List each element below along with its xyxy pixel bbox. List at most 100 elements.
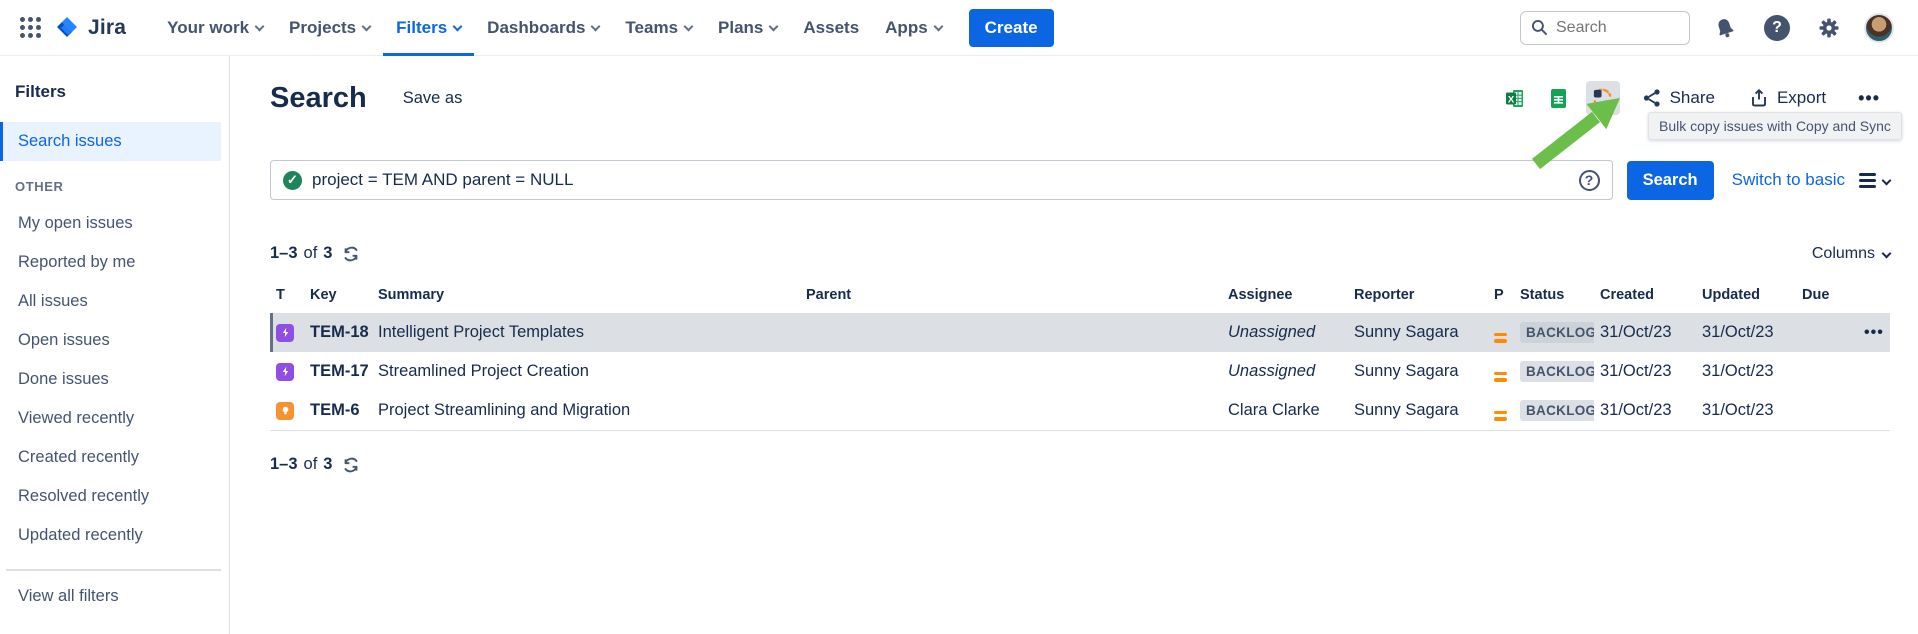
table-row[interactable]: TEM-18 Intelligent Project Templates Una… (270, 313, 1890, 352)
settings-gear-icon (1817, 16, 1841, 40)
issue-assignee: Unassigned (1222, 313, 1348, 352)
sidebar-item-all-issues[interactable]: All issues (0, 282, 221, 321)
refresh-button[interactable] (342, 245, 360, 263)
create-button[interactable]: Create (969, 9, 1054, 47)
status-badge: BACKLOG (1520, 322, 1594, 343)
nav-item-teams[interactable]: Teams (612, 0, 705, 56)
status-badge: BACKLOG (1520, 400, 1594, 421)
epic-issue-type-icon (276, 363, 294, 381)
sidebar-item-my-open-issues[interactable]: My open issues (0, 204, 221, 243)
sidebar-item-open-issues[interactable]: Open issues (0, 321, 221, 360)
col-header-parent[interactable]: Parent (800, 281, 1222, 313)
columns-dropdown[interactable]: Columns (1812, 245, 1890, 263)
sidebar-item-view-all-filters[interactable]: View all filters (0, 577, 221, 616)
chevron-down-icon (1882, 249, 1892, 259)
export-sheets-button[interactable] (1542, 81, 1576, 115)
brand-name: Jira (88, 16, 126, 40)
issue-key[interactable]: TEM-18 (304, 313, 372, 352)
table-row[interactable]: TEM-17 Streamlined Project Creation Unas… (270, 352, 1890, 391)
issue-summary[interactable]: Intelligent Project Templates (372, 313, 800, 352)
col-header-status[interactable]: Status (1514, 281, 1594, 313)
idea-issue-type-icon (276, 402, 294, 420)
refresh-button[interactable] (342, 456, 360, 474)
status-badge: BACKLOG (1520, 361, 1594, 382)
nav-item-apps[interactable]: Apps (872, 0, 955, 56)
global-search[interactable] (1520, 11, 1690, 45)
col-header-priority[interactable]: P (1488, 281, 1514, 313)
col-header-reporter[interactable]: Reporter (1348, 281, 1488, 313)
help-button[interactable]: ? (1760, 11, 1794, 45)
export-button[interactable]: Export (1737, 80, 1838, 116)
jql-valid-icon: ✓ (283, 171, 302, 190)
search-input[interactable] (1556, 19, 1666, 37)
col-header-key[interactable]: Key (304, 281, 372, 313)
view-options-button[interactable] (1859, 173, 1890, 188)
nav-item-assets[interactable]: Assets (790, 0, 872, 56)
issue-summary[interactable]: Streamlined Project Creation (372, 352, 800, 391)
nav-item-projects[interactable]: Projects (276, 0, 383, 56)
col-header-assignee[interactable]: Assignee (1222, 281, 1348, 313)
nav-item-plans[interactable]: Plans (705, 0, 790, 56)
sidebar-item-viewed-recently[interactable]: Viewed recently (0, 399, 221, 438)
user-avatar[interactable] (1864, 13, 1894, 43)
issue-summary[interactable]: Project Streamlining and Migration (372, 391, 800, 431)
results-count-top: 1–3 of 3 (270, 244, 360, 263)
nav-item-dashboards[interactable]: Dashboards (474, 0, 612, 56)
settings-button[interactable] (1812, 11, 1846, 45)
jira-logo[interactable]: Jira (55, 15, 126, 41)
col-header-summary[interactable]: Summary (372, 281, 800, 313)
jql-input[interactable]: ✓ project = TEM AND parent = NULL ? (270, 160, 1613, 200)
issue-assignee: Clara Clarke (1222, 391, 1348, 431)
row-more-icon: ••• (1864, 324, 1884, 341)
sidebar-item-updated-recently[interactable]: Updated recently (0, 516, 221, 555)
sidebar-section-label: OTHER (0, 161, 221, 204)
issue-created: 31/Oct/23 (1594, 352, 1696, 391)
sidebar-item-resolved-recently[interactable]: Resolved recently (0, 477, 221, 516)
chevron-down-icon (1882, 175, 1892, 185)
more-menu-button[interactable]: ••• (1848, 82, 1890, 115)
issue-parent (800, 352, 1222, 391)
jql-help-icon[interactable]: ? (1579, 170, 1600, 191)
col-header-due[interactable]: Due (1796, 281, 1858, 313)
chevron-down-icon (591, 21, 601, 31)
issue-key[interactable]: TEM-6 (304, 391, 372, 431)
issue-created: 31/Oct/23 (1594, 313, 1696, 352)
issue-updated: 31/Oct/23 (1696, 313, 1796, 352)
filters-sidebar: Filters Search issues OTHER My open issu… (0, 56, 230, 634)
refresh-icon (342, 245, 360, 263)
chevron-down-icon (453, 21, 463, 31)
header-actions: X (1498, 80, 1890, 116)
col-header-type[interactable]: T (270, 281, 304, 313)
export-icon (1749, 88, 1769, 108)
save-as-button[interactable]: Save as (393, 81, 473, 116)
col-header-created[interactable]: Created (1594, 281, 1696, 313)
issue-reporter: Sunny Sagara (1348, 313, 1488, 352)
bulk-copy-button[interactable] (1586, 81, 1620, 115)
app-switcher-icon[interactable] (20, 17, 41, 38)
issue-created: 31/Oct/23 (1594, 391, 1696, 431)
top-navigation: Jira Your work Projects Filters Dashboar… (0, 0, 1918, 56)
search-button[interactable]: Search (1627, 161, 1714, 200)
issues-table: T Key Summary Parent Assignee Reporter P… (270, 281, 1890, 431)
row-actions-button[interactable]: ••• (1864, 324, 1884, 342)
issue-reporter: Sunny Sagara (1348, 391, 1488, 431)
sidebar-item-reported-by-me[interactable]: Reported by me (0, 243, 221, 282)
share-button[interactable]: Share (1630, 80, 1727, 116)
sidebar-item-created-recently[interactable]: Created recently (0, 438, 221, 477)
jql-query-text[interactable]: project = TEM AND parent = NULL (312, 170, 1569, 190)
nav-item-your-work[interactable]: Your work (154, 0, 276, 56)
priority-medium-icon (1494, 411, 1507, 421)
chevron-down-icon (255, 21, 265, 31)
export-excel-button[interactable]: X (1498, 81, 1532, 115)
sidebar-divider (6, 569, 221, 571)
issue-due (1796, 391, 1858, 431)
notifications-button[interactable] (1708, 11, 1742, 45)
switch-to-basic-link[interactable]: Switch to basic (1732, 170, 1845, 190)
col-header-updated[interactable]: Updated (1696, 281, 1796, 313)
sidebar-item-search-issues[interactable]: Search issues (0, 122, 221, 161)
nav-item-filters[interactable]: Filters (383, 0, 474, 56)
issue-key[interactable]: TEM-17 (304, 352, 372, 391)
sidebar-item-done-issues[interactable]: Done issues (0, 360, 221, 399)
table-row[interactable]: TEM-6 Project Streamlining and Migration… (270, 391, 1890, 431)
jira-search-page: Jira Your work Projects Filters Dashboar… (0, 0, 1918, 634)
